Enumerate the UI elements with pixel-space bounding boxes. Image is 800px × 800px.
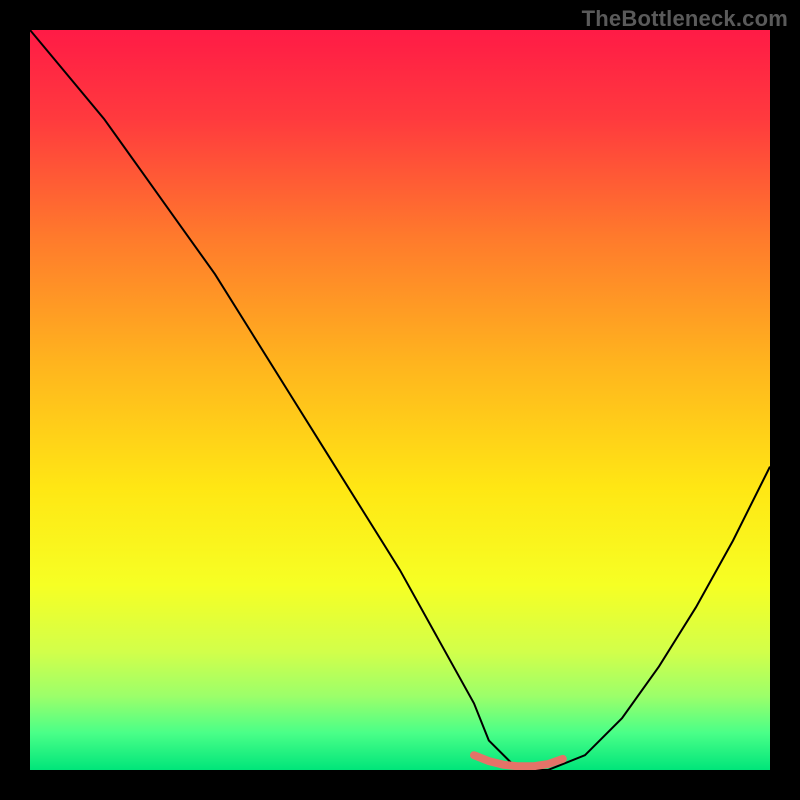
- chart-frame: TheBottleneck.com: [0, 0, 800, 800]
- watermark-text: TheBottleneck.com: [582, 6, 788, 32]
- plot-area: [30, 30, 770, 770]
- bottleneck-chart: [30, 30, 770, 770]
- gradient-background: [30, 30, 770, 770]
